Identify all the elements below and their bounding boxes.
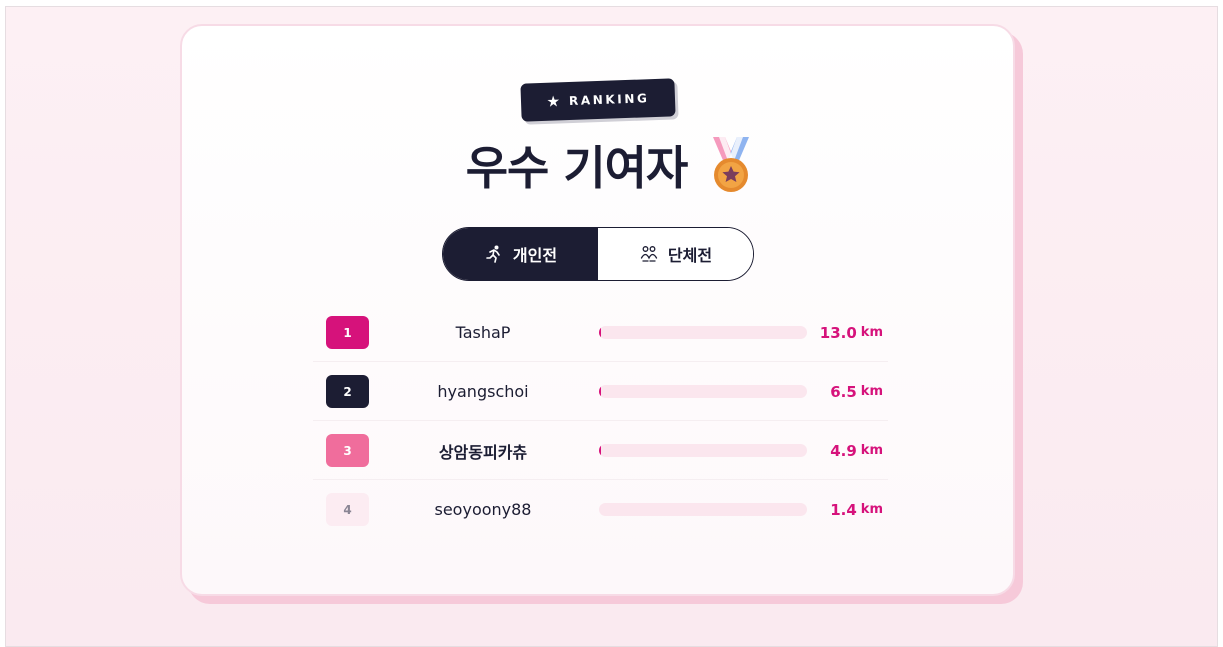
tab-team[interactable]: 단체전 xyxy=(598,228,753,280)
running-person-icon xyxy=(486,245,500,263)
tab-individual[interactable]: 개인전 xyxy=(443,228,598,280)
distance-value: 1.4 xyxy=(830,500,857,519)
star-icon: ★ xyxy=(546,91,561,111)
page-title-row: 우수 기여자 xyxy=(0,132,1223,198)
rank-badge: 4 xyxy=(326,493,369,526)
progress-track xyxy=(599,385,807,398)
medal-icon xyxy=(713,137,750,192)
progress-fill xyxy=(599,385,602,398)
distance-value: 4.9 xyxy=(830,441,857,460)
user-name: hyangschoi xyxy=(437,382,529,401)
distance-value: 13.0 xyxy=(819,323,857,342)
user-name: seoyoony88 xyxy=(434,500,532,519)
progress-track xyxy=(599,444,807,457)
user-name: TashaP xyxy=(455,323,511,342)
ranking-badge-label: RANKING xyxy=(568,91,650,109)
rank-badge: 1 xyxy=(326,316,369,349)
distance-unit: km xyxy=(860,384,883,399)
distance: 13.0 km xyxy=(813,303,883,362)
distance: 4.9 km xyxy=(813,421,883,480)
progress-fill xyxy=(599,326,602,339)
ranking-row[interactable]: 3 상암동피카츄 4.9 km xyxy=(313,421,888,480)
tab-team-label: 단체전 xyxy=(667,246,713,265)
distance-unit: km xyxy=(860,502,883,517)
progress-track xyxy=(599,326,807,339)
progress-fill xyxy=(599,444,602,457)
ranking-row[interactable]: 1 TashaP 13.0 km xyxy=(313,303,888,362)
page-title: 우수 기여자 xyxy=(465,141,689,195)
distance: 6.5 km xyxy=(813,362,883,421)
ranking-badge: ★ RANKING xyxy=(520,78,676,122)
distance-unit: km xyxy=(860,443,883,458)
distance: 1.4 km xyxy=(813,480,883,539)
ranking-row[interactable]: 4 seoyoony88 1.4 km xyxy=(313,480,888,539)
ranking-list: 1 TashaP 13.0 km 2 hyangschoi 6.5 km 3 상암동… xyxy=(313,303,888,539)
progress-track xyxy=(599,503,807,516)
group-icon xyxy=(640,246,658,262)
distance-value: 6.5 xyxy=(830,382,857,401)
ranking-row[interactable]: 2 hyangschoi 6.5 km xyxy=(313,362,888,421)
rank-badge: 3 xyxy=(326,434,369,467)
user-name: 상암동피카츄 xyxy=(438,442,528,462)
tab-switcher: 개인전 단체전 xyxy=(442,227,754,281)
rank-badge: 2 xyxy=(326,375,369,408)
distance-unit: km xyxy=(860,325,883,340)
tab-individual-label: 개인전 xyxy=(512,246,558,265)
